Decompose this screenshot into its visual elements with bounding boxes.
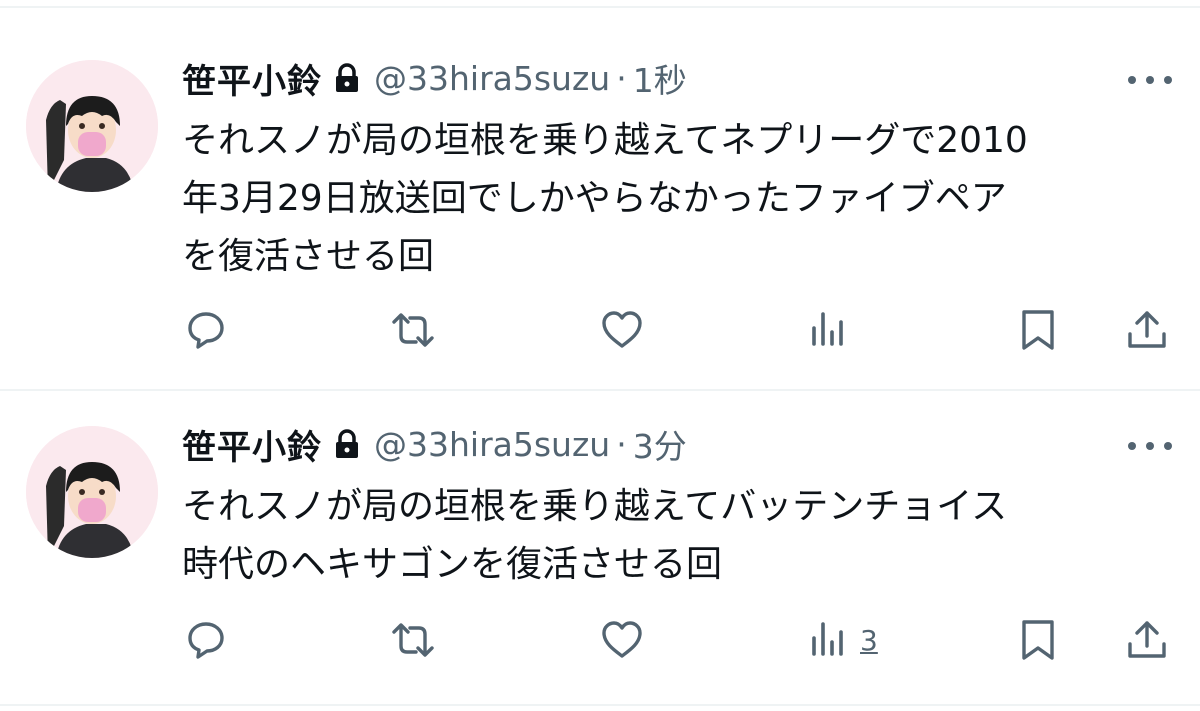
tweet-text-line: 年3月29日放送回でしかやらなかったファイブペア — [182, 178, 1007, 219]
like-button[interactable] — [600, 308, 644, 352]
action-bar: 3 — [0, 618, 1200, 662]
display-name[interactable]: 笹平小鈴 — [182, 420, 322, 469]
display-name[interactable]: 笹平小鈴 — [182, 54, 322, 103]
share-icon — [1128, 621, 1166, 658]
tweet-header: 笹平小鈴 @33hira5suzu · 3分 — [182, 420, 687, 469]
bottom-divider — [0, 704, 1200, 706]
bookmark-button[interactable] — [1020, 308, 1056, 352]
separator-dot: · — [616, 58, 627, 98]
user-handle[interactable]: @33hira5suzu — [374, 59, 610, 98]
retweet-icon — [392, 313, 434, 347]
lock-icon — [334, 63, 360, 93]
tweet-text-line: を復活させる回 — [182, 236, 435, 277]
timestamp[interactable]: 3分 — [633, 420, 687, 468]
views-button[interactable]: 3 — [810, 618, 878, 662]
reply-icon — [188, 622, 224, 659]
top-divider — [0, 6, 1200, 8]
tweet-text-line: 時代のヘキサゴンを復活させる回 — [182, 544, 723, 585]
bookmark-icon — [1022, 620, 1054, 660]
bookmark-button[interactable] — [1020, 618, 1056, 662]
reply-button[interactable] — [184, 618, 228, 662]
tweet-text-line: それスノが局の垣根を乗り越えてネプリーグで2010 — [182, 120, 1028, 161]
like-icon — [602, 311, 642, 348]
like-icon — [602, 621, 642, 658]
avatar-image — [26, 60, 158, 192]
bookmark-icon — [1022, 310, 1054, 350]
avatar[interactable] — [26, 426, 158, 558]
user-handle[interactable]: @33hira5suzu — [374, 425, 610, 464]
action-bar — [0, 308, 1200, 352]
tweet-header: 笹平小鈴 @33hira5suzu · 1秒 — [182, 54, 687, 103]
share-icon — [1128, 311, 1166, 348]
more-icon[interactable] — [1128, 436, 1172, 456]
tweet-text: それスノが局の垣根を乗り越えてネプリーグで2010 年3月29日放送回でしかやら… — [182, 112, 1172, 286]
reply-icon — [188, 312, 224, 349]
more-icon[interactable] — [1128, 70, 1172, 90]
retweet-button[interactable] — [388, 308, 438, 352]
views-icon — [812, 312, 843, 346]
timestamp[interactable]: 1秒 — [633, 54, 687, 102]
like-button[interactable] — [600, 618, 644, 662]
share-button[interactable] — [1126, 308, 1168, 352]
tweet-text: それスノが局の垣根を乗り越えてバッテンチョイス 時代のヘキサゴンを復活させる回 — [182, 478, 1172, 594]
lock-icon — [334, 429, 360, 459]
separator-dot: · — [616, 424, 627, 464]
reply-button[interactable] — [184, 308, 228, 352]
tweet-divider — [0, 389, 1200, 391]
retweet-button[interactable] — [388, 618, 438, 662]
avatar-image — [26, 426, 158, 558]
views-count: 3 — [860, 623, 878, 657]
avatar[interactable] — [26, 60, 158, 192]
views-button[interactable] — [810, 308, 860, 352]
retweet-icon — [392, 623, 434, 657]
views-icon — [812, 622, 843, 656]
tweet-text-line: それスノが局の垣根を乗り越えてバッテンチョイス — [182, 486, 1008, 527]
share-button[interactable] — [1126, 618, 1168, 662]
